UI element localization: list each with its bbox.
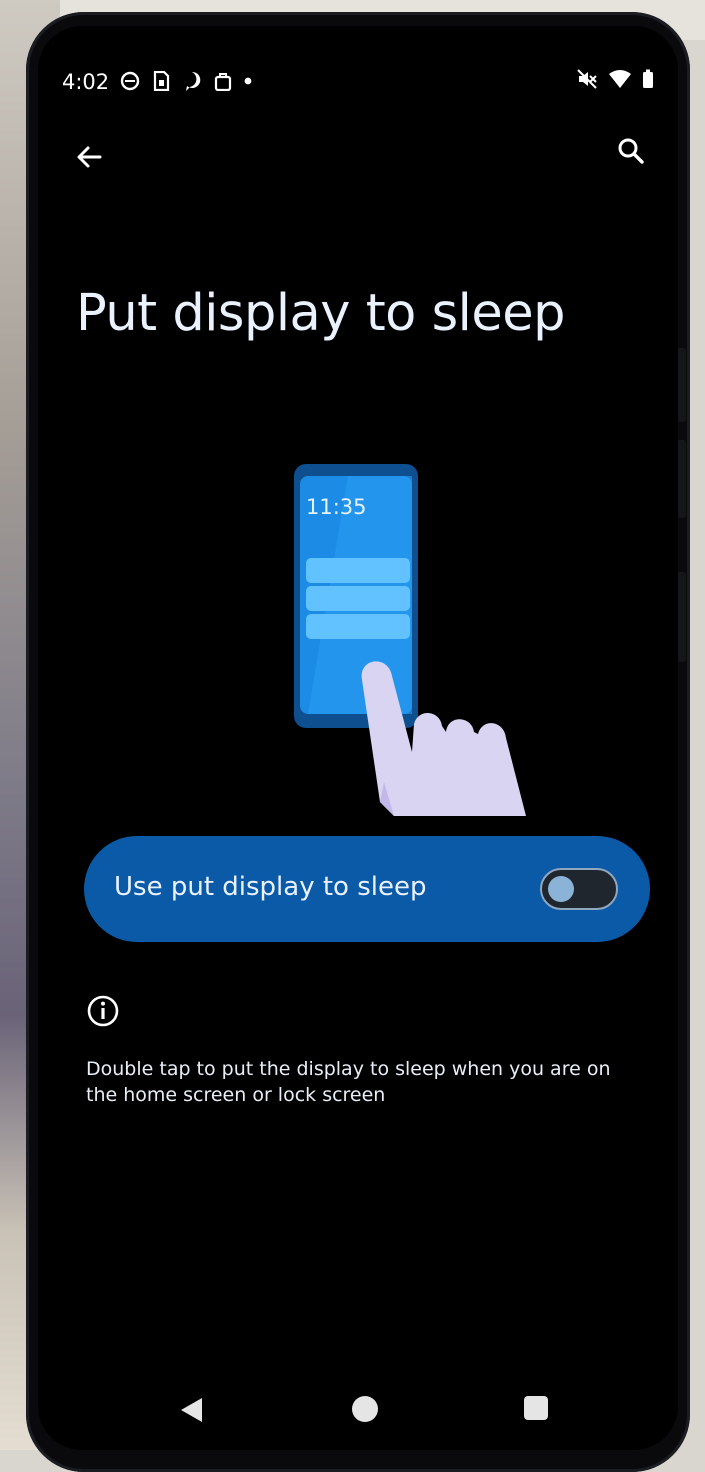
- screen: 4:02 Put display to sleep 11:35 Use put …: [38, 26, 678, 1450]
- search-button[interactable]: [606, 128, 656, 178]
- switch-knob: [548, 876, 574, 902]
- dot-icon: [244, 77, 252, 85]
- chat-icon: [182, 70, 202, 92]
- bag-icon: [214, 71, 232, 91]
- status-left-icons: [120, 70, 252, 92]
- recents-square-icon[interactable]: [524, 1396, 548, 1420]
- use-put-display-to-sleep-setting[interactable]: Use put display to sleep: [84, 836, 650, 942]
- navigation-bar: [38, 1376, 678, 1436]
- double-tap-illustration: 11:35: [288, 462, 568, 822]
- info-icon: [86, 994, 120, 1028]
- wifi-icon: [608, 69, 632, 93]
- toggle-switch[interactable]: [540, 868, 618, 910]
- top-app-bar: [64, 134, 656, 184]
- arrow-left-icon: [75, 143, 103, 175]
- setting-description: Double tap to put the display to sleep w…: [86, 1058, 611, 1106]
- page-title: Put display to sleep: [76, 284, 565, 343]
- back-button[interactable]: [64, 134, 114, 184]
- status-right-icons: [576, 68, 654, 94]
- illustration-clock: 11:35: [306, 495, 367, 519]
- home-circle-icon[interactable]: [352, 1396, 378, 1422]
- sim-icon: [152, 71, 170, 91]
- setting-label: Use put display to sleep: [114, 872, 427, 902]
- status-bar: 4:02: [62, 66, 654, 98]
- status-time: 4:02: [62, 70, 110, 94]
- messenger-icon: [120, 71, 140, 91]
- battery-icon: [642, 69, 654, 93]
- mute-icon: [576, 68, 598, 94]
- search-icon: [617, 137, 645, 169]
- back-triangle-icon[interactable]: [178, 1396, 204, 1428]
